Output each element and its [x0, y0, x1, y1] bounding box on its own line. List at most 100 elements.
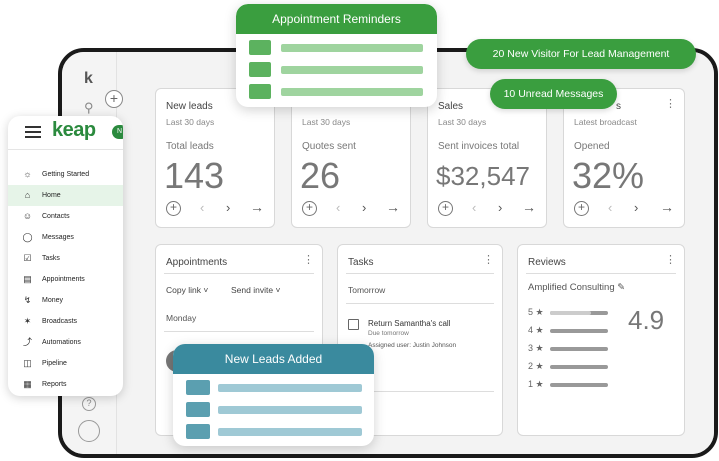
add-widget-button[interactable]: +: [105, 90, 123, 108]
task-checkbox[interactable]: [348, 319, 359, 330]
sidebar-item-label: Appointments: [42, 276, 85, 283]
reviews-card: Reviews ⋮ Amplified Consulting ✎ 4.9 5 ★…: [517, 244, 685, 436]
task-assigned: Assigned user: Justin Johnson: [368, 342, 457, 349]
card-subtitle: Last 30 days: [302, 117, 351, 127]
chevron-down-icon: ˅: [275, 285, 281, 295]
divider: [164, 331, 314, 332]
sidebar-item-appointments[interactable]: ▤ Appointments: [8, 269, 123, 290]
copy-link-dropdown[interactable]: Copy link ˅: [166, 285, 208, 295]
card-title: Sales: [438, 101, 464, 112]
chevron-left-icon[interactable]: ‹: [200, 200, 204, 215]
sidebar-item-label: Broadcasts: [42, 318, 78, 325]
new-leads-title: New Leads Added: [173, 344, 374, 374]
send-invite-label: Send invite: [231, 285, 274, 295]
send-invite-dropdown[interactable]: Send invite ˅: [231, 285, 280, 295]
rating-label: 2 ★: [528, 361, 544, 371]
arrow-right-icon[interactable]: →: [386, 199, 400, 215]
card-title: s: [616, 101, 621, 112]
pipeline-icon: ◫: [23, 358, 32, 368]
tasks-day: Tomorrow: [348, 285, 386, 295]
sidebar-item-broadcasts[interactable]: ✶ Broadcasts: [8, 311, 123, 332]
appointment-reminders-popup: Appointment Reminders: [236, 4, 437, 107]
sidebar-nav: keap N ☼ Getting Started ⌂ Home ☺ Contacts …: [8, 116, 123, 396]
hamburger-menu-icon[interactable]: [25, 126, 41, 138]
chevron-right-icon[interactable]: ›: [498, 200, 502, 215]
visitor-notification-pill[interactable]: 20 New Visitor For Lead Management: [466, 39, 696, 69]
chevron-right-icon[interactable]: ›: [362, 200, 366, 215]
arrow-right-icon[interactable]: →: [660, 199, 674, 215]
rating-bar: [550, 365, 608, 369]
arrow-right-icon[interactable]: →: [250, 199, 264, 215]
sidebar-item-getting-started[interactable]: ☼ Getting Started: [8, 164, 123, 185]
rating-bar: [550, 311, 608, 315]
sidebar-item-label: Money: [42, 297, 64, 304]
divider: [526, 273, 676, 274]
chevron-left-icon[interactable]: ‹: [336, 200, 340, 215]
calendar-icon: ▤: [23, 274, 32, 284]
rating-bar: [550, 383, 608, 387]
divider: [346, 303, 494, 304]
new-leads-card: New leads Last 30 days Total leads 143 +…: [155, 88, 275, 228]
appointments-day: Monday: [166, 313, 197, 323]
edit-icon[interactable]: ✎: [617, 282, 625, 293]
sidebar-item-label: Contacts: [42, 213, 70, 220]
rating-label: 3 ★: [528, 343, 544, 353]
chevron-right-icon[interactable]: ›: [634, 200, 638, 215]
sidebar-item-home[interactable]: ⌂ Home: [8, 185, 123, 206]
rating-label: 4 ★: [528, 325, 544, 335]
more-options-icon[interactable]: ⋮: [303, 255, 314, 266]
chevron-left-icon[interactable]: ‹: [608, 200, 612, 215]
automation-icon: ⤴: [22, 337, 32, 347]
chat-icon: ◯: [22, 232, 33, 242]
help-icon[interactable]: ?: [82, 397, 96, 411]
fingerprint-icon[interactable]: [78, 420, 100, 442]
sidebar-item-messages[interactable]: ◯ Messages: [8, 227, 123, 248]
card-value: 26: [300, 155, 341, 196]
more-options-icon[interactable]: ⋮: [665, 255, 676, 266]
card-subtitle: Last 30 days: [438, 117, 487, 127]
home-icon: ⌂: [24, 190, 31, 200]
divider: [164, 273, 314, 274]
task-title[interactable]: Return Samantha's call: [368, 319, 450, 328]
card-label: Quotes sent: [302, 141, 356, 152]
sun-icon: ☼: [23, 169, 32, 179]
sidebar-item-label: Home: [42, 192, 61, 199]
add-icon[interactable]: +: [574, 201, 589, 216]
rating-row-3: 3 ★: [528, 343, 608, 355]
sidebar-item-money[interactable]: ↯ Money: [8, 290, 123, 311]
rating-label: 1 ★: [528, 379, 544, 389]
chevron-right-icon[interactable]: ›: [226, 200, 230, 215]
card-label: Opened: [574, 141, 610, 152]
search-icon[interactable]: ⚲: [84, 100, 94, 116]
sidebar-item-contacts[interactable]: ☺ Contacts: [8, 206, 123, 227]
card-value: 143: [164, 155, 225, 196]
arrow-right-icon[interactable]: →: [522, 199, 536, 215]
review-score: 4.9: [628, 305, 665, 335]
device-frame: k ⚲ ? + New leads Last 30 days Total lea…: [58, 48, 718, 458]
add-icon[interactable]: +: [438, 201, 453, 216]
sidebar-item-reports[interactable]: ▦ Reports: [8, 374, 123, 395]
chevron-down-icon: ˅: [203, 285, 209, 295]
add-icon[interactable]: +: [302, 201, 317, 216]
card-controls: + ‹ › →: [574, 199, 674, 217]
brand-logo[interactable]: keap: [52, 119, 96, 142]
copy-link-label: Copy link: [166, 285, 201, 295]
rating-bar-fill: [550, 311, 591, 315]
task-due: Due tomorrow: [368, 330, 409, 337]
card-title: Appointments: [166, 257, 228, 268]
more-options-icon[interactable]: ⋮: [665, 99, 676, 110]
nav-header: keap N: [8, 116, 123, 150]
keap-logo-icon[interactable]: k: [84, 70, 93, 88]
sidebar-item-automations[interactable]: ⤴ Automations: [8, 332, 123, 353]
sidebar-item-pipeline[interactable]: ◫ Pipeline: [8, 353, 123, 374]
chevron-left-icon[interactable]: ‹: [472, 200, 476, 215]
add-icon[interactable]: +: [166, 201, 181, 216]
unread-messages-pill[interactable]: 10 Unread Messages: [490, 79, 617, 109]
card-controls: + ‹ › →: [438, 199, 536, 217]
money-icon: ↯: [23, 295, 32, 305]
rating-row-5: 5 ★: [528, 307, 608, 319]
card-controls: + ‹ › →: [302, 199, 400, 217]
new-leads-added-popup: New Leads Added: [173, 344, 374, 446]
sidebar-item-tasks[interactable]: ☑ Tasks: [8, 248, 123, 269]
more-options-icon[interactable]: ⋮: [483, 255, 494, 266]
